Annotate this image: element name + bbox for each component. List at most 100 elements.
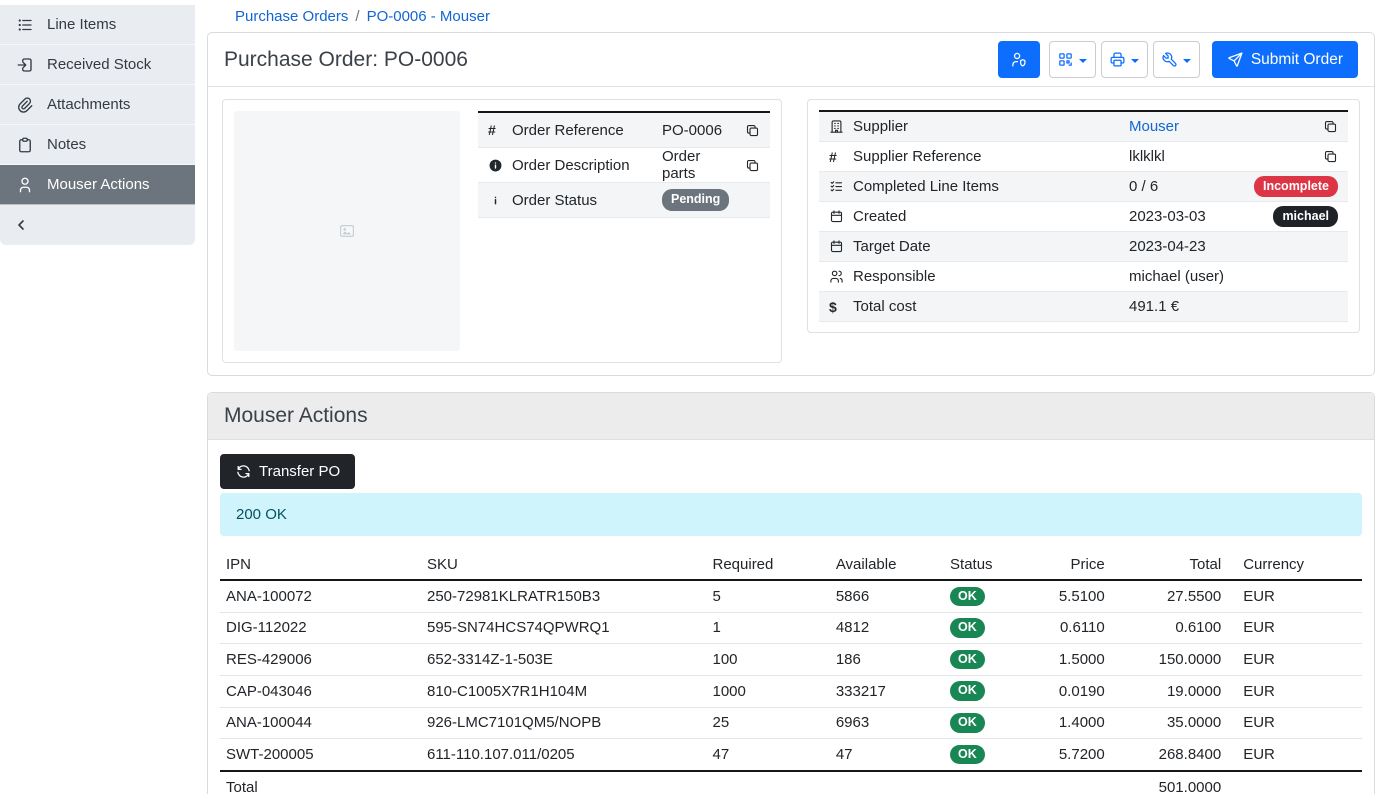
panel-title: Mouser Actions [224,404,368,428]
cell-available: 47 [830,739,944,771]
created-row: Created2023-03-03michael [819,202,1348,232]
cell-status: OK [944,580,1026,612]
completed-line-items-row: Completed Line Items0 / 6Incomplete [819,172,1348,202]
order-details-section: #Order ReferencePO-0006Order Description… [208,87,1374,375]
completed-line-items-badge: Incomplete [1254,176,1338,198]
cell-sku: 595-SN74HCS74QPWRQ1 [421,612,707,644]
supplier-details-table: SupplierMouser#Supplier Referencelklklkl… [819,110,1348,322]
parts-table-row: RES-429006652-3314Z-1-503E100186OK1.5000… [220,644,1362,676]
total-cost-value: 491.1 € [1129,298,1338,315]
cell-status: OK [944,612,1026,644]
cell-required: 5 [707,580,830,612]
sidebar-item-line-items[interactable]: Line Items [0,5,195,45]
transfer-po-button[interactable]: Transfer PO [220,454,355,489]
copy-icon[interactable] [1323,119,1338,134]
supplier-details-box: SupplierMouser#Supplier Referencelklklkl… [807,99,1360,333]
copy-icon[interactable] [745,123,760,138]
cell-available: 5866 [830,580,944,612]
toolbar: Submit Order [998,41,1358,78]
printer-icon [1109,51,1126,68]
user-action-button[interactable] [998,41,1040,78]
cell-ipn: RES-429006 [220,644,421,676]
copy-icon[interactable] [1323,149,1338,164]
responsible-value: michael (user) [1129,268,1338,285]
sidebar-item-label: Received Stock [47,56,151,73]
submit-order-button[interactable]: Submit Order [1212,41,1358,78]
parts-table: IPNSKURequiredAvailableStatusPriceTotalC… [220,550,1362,794]
cell-price: 1.4000 [1026,707,1111,739]
chevron-left-icon [13,217,29,233]
cell-ipn: CAP-043046 [220,675,421,707]
order-description-row: Order DescriptionOrder parts [478,148,770,183]
cell-required: 1 [707,612,830,644]
copy-icon[interactable] [745,158,760,173]
sidebar-item-label: Notes [47,136,86,153]
info-filled-icon [488,158,512,173]
cell-sku: 250-72981KLRATR150B3 [421,580,707,612]
cell-status: OK [944,644,1026,676]
cell-currency: EUR [1227,580,1362,612]
order-status-label: Order Status [512,192,662,209]
cell-available: 186 [830,644,944,676]
hash-icon: # [488,123,512,137]
breadcrumb: Purchase Orders/PO-0006 - Mouser [207,0,1375,32]
hash-icon: # [829,150,853,164]
cell-required: 47 [707,739,830,771]
sidebar-item-mouser-actions[interactable]: Mouser Actions [0,165,195,205]
total-cost-row: $Total cost491.1 € [819,292,1348,322]
parts-col-header-status: Status [944,550,1026,580]
list-icon [16,16,34,34]
list-check-icon [829,179,853,194]
mouser-actions-card: Mouser Actions Transfer PO 200 OK IPNSKU… [207,392,1375,794]
cell-currency: EUR [1227,612,1362,644]
purchase-order-card-header: Purchase Order: PO-0006 [208,33,1374,87]
parts-col-header-required: Required [707,550,830,580]
status-ok-badge: OK [950,745,985,765]
supplier-reference-label: Supplier Reference [853,148,1129,165]
barcode-menu-button[interactable] [1049,41,1096,78]
image-placeholder-icon [339,223,355,239]
status-ok-badge: OK [950,650,985,670]
cell-required: 1000 [707,675,830,707]
parts-col-header-price: Price [1026,550,1111,580]
cell-ipn: ANA-100044 [220,707,421,739]
cell-price: 5.5100 [1026,580,1111,612]
cell-sku: 652-3314Z-1-503E [421,644,707,676]
order-actions-menu-button[interactable] [1153,41,1200,78]
cell-ipn: DIG-112022 [220,612,421,644]
sidebar-collapse-button[interactable] [0,205,195,245]
footer-empty-cell [1026,771,1111,794]
cell-status: OK [944,675,1026,707]
cell-available: 4812 [830,612,944,644]
main-content: Purchase Orders/PO-0006 - Mouser Purchas… [195,0,1383,794]
order-image-placeholder[interactable] [234,111,460,351]
sidebar-item-received-stock[interactable]: Received Stock [0,45,195,85]
cell-sku: 810-C1005X7R1H104M [421,675,707,707]
supplier-value[interactable]: Mouser [1129,118,1315,135]
order-status-row: Order StatusPending [478,183,770,218]
sidebar-item-notes[interactable]: Notes [0,125,195,165]
completed-line-items-label: Completed Line Items [853,178,1129,195]
cell-status: OK [944,707,1026,739]
sign-in-icon [16,56,34,74]
cell-total: 19.0000 [1111,675,1227,707]
sidebar-item-label: Mouser Actions [47,176,150,193]
notes-icon [16,136,34,154]
order-summary-box: #Order ReferencePO-0006Order Description… [222,99,782,363]
status-ok-badge: OK [950,618,985,638]
cell-sku: 926-LMC7101QM5/NOPB [421,707,707,739]
order-reference-row: #Order ReferencePO-0006 [478,113,770,148]
users-icon [829,269,853,284]
mouser-actions-header: Mouser Actions [208,393,1374,440]
sidebar-item-attachments[interactable]: Attachments [0,85,195,125]
breadcrumb-link-current-po[interactable]: PO-0006 - Mouser [367,8,490,25]
print-menu-button[interactable] [1101,41,1148,78]
sidebar-nav: Line Items Received Stock Attachments Notes… [0,5,195,245]
cell-total: 35.0000 [1111,707,1227,739]
breadcrumb-link-purchase-orders[interactable]: Purchase Orders [235,8,348,25]
parts-table-row: DIG-112022595-SN74HCS74QPWRQ114812OK0.61… [220,612,1362,644]
supplier-row: SupplierMouser [819,112,1348,142]
cell-sku: 611-110.107.011/0205 [421,739,707,771]
status-alert-text: 200 OK [236,506,287,523]
tools-icon [1161,51,1178,68]
